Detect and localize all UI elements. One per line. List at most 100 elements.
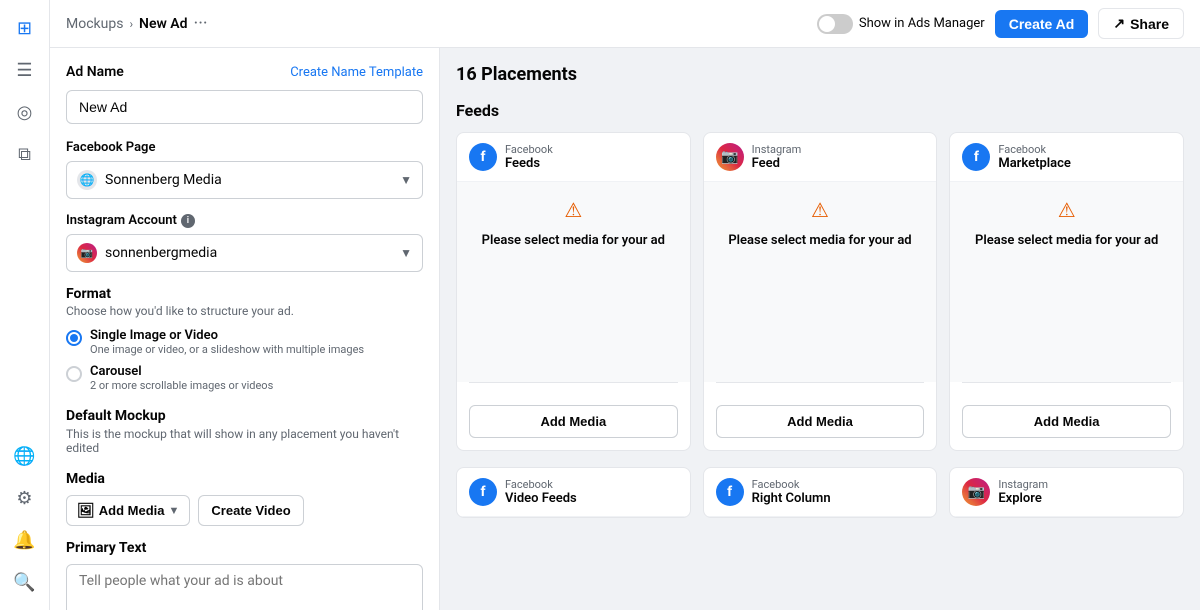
add-media-label: Add Media [99, 503, 165, 518]
target-icon[interactable]: ◎ [7, 94, 43, 130]
warning-icon-fb-marketplace: ⚠ [1058, 198, 1076, 222]
primary-text-section: Primary Text [66, 540, 423, 610]
add-media-icon: 🖼 [77, 502, 95, 519]
ad-name-header: Ad Name Create Name Template [66, 64, 423, 80]
share-icon: ↗ [1113, 15, 1125, 32]
warning-icon-ig-feed: ⚠ [811, 198, 829, 222]
facebook-page-select-wrap: 🌐 Sonnenberg Media ▼ [66, 161, 423, 199]
toggle-knob [819, 16, 835, 32]
media-label: Media [66, 471, 423, 487]
platform-type-fb-marketplace: Marketplace [998, 156, 1071, 171]
menu-icon[interactable]: ☰ [7, 52, 43, 88]
radio-dot [70, 334, 78, 342]
breadcrumb-separator: › [129, 17, 133, 31]
facebook-page-value: Sonnenberg Media [105, 172, 222, 188]
placement-card-ig-feed: 📷 Instagram Feed ⚠ Please select media f… [703, 132, 938, 451]
share-button[interactable]: ↗ Share [1098, 8, 1184, 39]
right-panel: 16 Placements Feeds f Facebook Feeds ⚠ P… [440, 48, 1200, 610]
placement-grid: f Facebook Feeds ⚠ Please select media f… [456, 132, 1184, 451]
facebook-page-label: Facebook Page [66, 140, 423, 155]
ads-manager-toggle-label: Show in Ads Manager [859, 16, 985, 31]
facebook-page-select[interactable]: 🌐 Sonnenberg Media ▼ [66, 161, 423, 199]
share-label: Share [1130, 16, 1169, 32]
format-radio-single[interactable] [66, 330, 82, 346]
bell-icon[interactable]: 🔔 [7, 522, 43, 558]
search-icon[interactable]: 🔍 [7, 564, 43, 600]
placement-card-body-fb-feeds: ⚠ Please select media for your ad [457, 182, 690, 382]
create-name-template-link[interactable]: Create Name Template [290, 65, 423, 80]
warning-text-ig-feed: Please select media for your ad [728, 232, 911, 250]
platform-type-ig-feed: Feed [752, 156, 802, 171]
format-single-desc: One image or video, or a slideshow with … [90, 343, 364, 356]
warning-text-fb-feeds: Please select media for your ad [482, 232, 665, 250]
placement-card-fb-feeds: f Facebook Feeds ⚠ Please select media f… [456, 132, 691, 451]
sidebar-nav: ⊞ ☰ ◎ ⧉ 🌐 ⚙ 🔔 🔍 [0, 0, 50, 610]
ig-icon-feed: 📷 [716, 143, 744, 171]
feeds-section-title: Feeds [456, 101, 1184, 120]
globe-icon[interactable]: 🌐 [7, 438, 43, 474]
ads-manager-toggle-wrap: Show in Ads Manager [817, 14, 985, 34]
fb-icon-right-column: f [716, 478, 744, 506]
platform-name-fb-marketplace: Facebook [998, 143, 1071, 156]
format-description: Choose how you'd like to structure your … [66, 304, 423, 318]
format-option-single[interactable]: Single Image or Video One image or video… [66, 328, 423, 356]
warning-icon-fb-feeds: ⚠ [564, 198, 582, 222]
instagram-account-select-wrap: 📷 sonnenbergmedia ▼ [66, 234, 423, 272]
ad-name-input[interactable] [66, 90, 423, 124]
content-area: Ad Name Create Name Template Facebook Pa… [50, 48, 1200, 610]
primary-text-label: Primary Text [66, 540, 423, 556]
placement-card-body-fb-marketplace: ⚠ Please select media for your ad [950, 182, 1183, 382]
placement-grid-bottom: f Facebook Video Feeds f Facebook Right … [456, 467, 1184, 518]
default-mockup-section: Default Mockup This is the mockup that w… [66, 408, 423, 455]
platform-type-fb-right-column: Right Column [752, 491, 831, 506]
create-ad-button[interactable]: Create Ad [995, 10, 1089, 38]
platform-name-ig-explore: Instagram [998, 478, 1048, 491]
add-media-chevron: ▼ [169, 505, 180, 517]
instagram-info-icon[interactable]: i [181, 214, 195, 228]
format-single-title: Single Image or Video [90, 328, 364, 343]
placement-card-header-fb-right-column: f Facebook Right Column [704, 468, 937, 517]
primary-text-input[interactable] [66, 564, 423, 610]
default-mockup-desc: This is the mockup that will show in any… [66, 427, 423, 455]
instagram-account-value: sonnenbergmedia [105, 245, 217, 261]
placements-title: 16 Placements [456, 64, 1184, 85]
facebook-page-icon: 🌐 [77, 170, 97, 190]
warning-text-fb-marketplace: Please select media for your ad [975, 232, 1158, 250]
placement-card-body-ig-feed: ⚠ Please select media for your ad [704, 182, 937, 382]
media-buttons: 🖼 Add Media ▼ Create Video [66, 495, 423, 526]
platform-name-ig-feed: Instagram [752, 143, 802, 156]
format-option-carousel[interactable]: Carousel 2 or more scrollable images or … [66, 364, 423, 392]
add-media-card-button-ig-feed[interactable]: Add Media [716, 405, 925, 438]
fb-icon-video-feeds: f [469, 478, 497, 506]
placement-card-header-ig-feed: 📷 Instagram Feed [704, 133, 937, 182]
more-options-icon[interactable]: ··· [194, 13, 208, 34]
header-actions: Show in Ads Manager Create Ad ↗ Share [817, 8, 1184, 39]
ad-name-label: Ad Name [66, 64, 124, 80]
add-media-card-button-fb-feeds[interactable]: Add Media [469, 405, 678, 438]
create-video-button[interactable]: Create Video [198, 495, 303, 526]
breadcrumb-current: New Ad [139, 16, 187, 32]
facebook-page-chevron: ▼ [400, 173, 412, 187]
settings-icon[interactable]: ⚙ [7, 480, 43, 516]
format-carousel-desc: 2 or more scrollable images or videos [90, 379, 273, 392]
platform-type-ig-explore: Explore [998, 491, 1048, 506]
placement-card-fb-video-feeds: f Facebook Video Feeds [456, 467, 691, 518]
placement-card-header-ig-explore: 📷 Instagram Explore [950, 468, 1183, 517]
layers-icon[interactable]: ⧉ [7, 136, 43, 172]
breadcrumb-parent[interactable]: Mockups [66, 16, 123, 32]
placement-card-fb-right-column: f Facebook Right Column [703, 467, 938, 518]
add-media-card-button-fb-marketplace[interactable]: Add Media [962, 405, 1171, 438]
instagram-account-select[interactable]: 📷 sonnenbergmedia ▼ [66, 234, 423, 272]
placement-card-header-fb-video-feeds: f Facebook Video Feeds [457, 468, 690, 517]
ads-manager-toggle[interactable] [817, 14, 853, 34]
top-header: Mockups › New Ad ··· Show in Ads Manager… [50, 0, 1200, 48]
format-radio-carousel[interactable] [66, 366, 82, 382]
instagram-account-chevron: ▼ [400, 246, 412, 260]
home-icon[interactable]: ⊞ [7, 10, 43, 46]
add-media-button[interactable]: 🖼 Add Media ▼ [66, 495, 190, 526]
default-mockup-title: Default Mockup [66, 408, 423, 424]
media-section: Media 🖼 Add Media ▼ Create Video [66, 471, 423, 526]
fb-icon-marketplace: f [962, 143, 990, 171]
fb-icon-feeds: f [469, 143, 497, 171]
format-carousel-title: Carousel [90, 364, 273, 379]
